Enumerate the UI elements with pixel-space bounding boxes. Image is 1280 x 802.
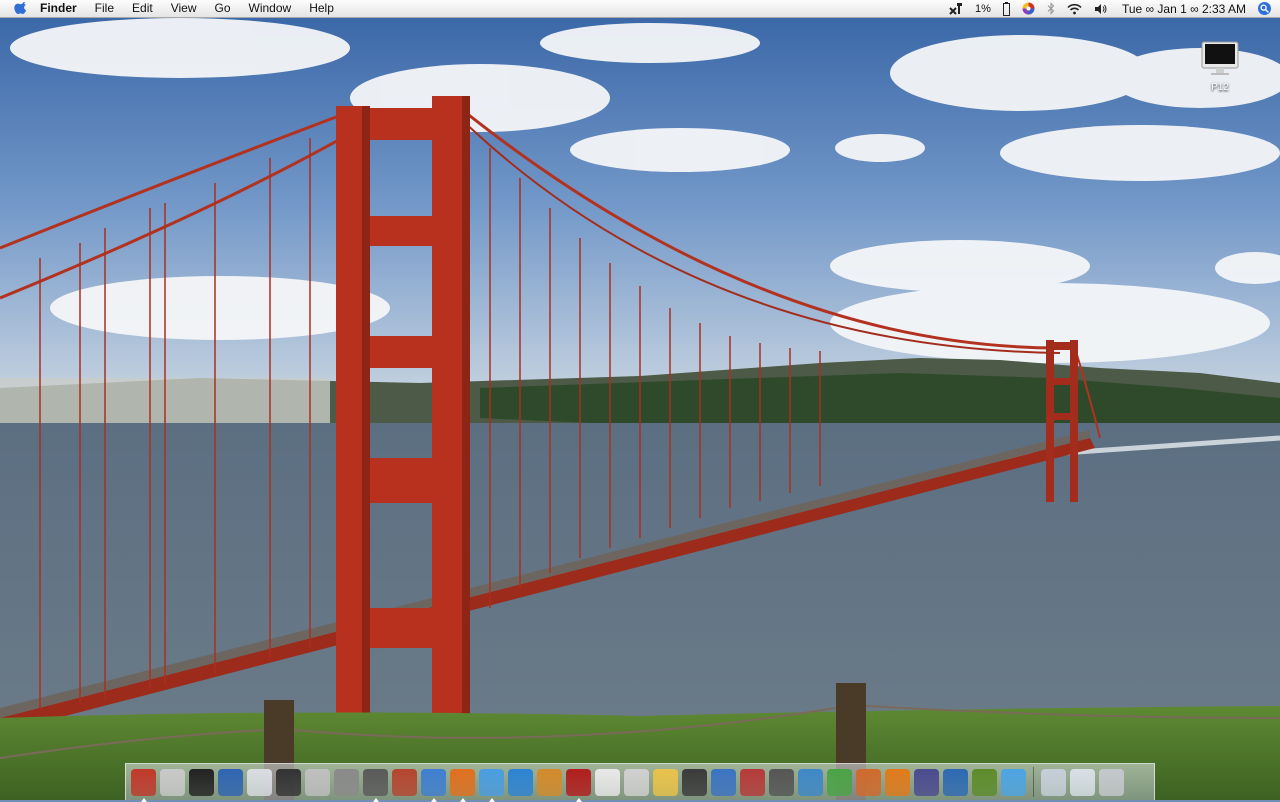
menu-go[interactable]: Go	[206, 0, 240, 17]
dock-item-document[interactable]	[682, 768, 707, 796]
document-icon	[682, 769, 707, 796]
dock-item-apple[interactable]	[160, 768, 185, 796]
fish-icon	[1001, 769, 1026, 796]
word-icon	[943, 769, 968, 796]
clock-icon	[363, 769, 388, 796]
battery-icon[interactable]	[1002, 1, 1010, 16]
menu-view[interactable]: View	[162, 0, 206, 17]
dock-item-airport-wifi[interactable]	[247, 768, 272, 796]
volume-icon[interactable]	[1094, 3, 1108, 15]
network-icon	[334, 769, 359, 796]
apple-menu-icon[interactable]	[14, 1, 28, 16]
dock-item-disk-utility[interactable]	[305, 768, 330, 796]
dock-item-chart[interactable]	[798, 768, 823, 796]
battery-percent[interactable]: 1%	[975, 3, 991, 15]
dock-item-quicktime[interactable]	[508, 768, 533, 796]
dock-item-gardener[interactable]	[972, 768, 997, 796]
dock-item-photo[interactable]	[392, 768, 417, 796]
dock-item-server[interactable]	[856, 768, 881, 796]
dock-item-finder[interactable]	[131, 768, 156, 802]
dock-item-folder-blue[interactable]	[711, 768, 736, 796]
photo-icon	[392, 769, 417, 796]
dock-item-safari-compass[interactable]	[218, 768, 243, 796]
dock	[125, 763, 1155, 802]
nvu-icon	[827, 769, 852, 796]
airport-wifi-icon	[247, 769, 272, 796]
menu-clock[interactable]: Tue ∞ Jan 1 ∞ 2:33 AM	[1122, 2, 1246, 16]
menu-bar: Finder File Edit View Go Window Help 1% …	[0, 0, 1280, 18]
feather-icon	[914, 769, 939, 796]
iphoto-icon	[537, 769, 562, 796]
desktop-hd-label: P12	[1211, 82, 1229, 93]
menu-help[interactable]: Help	[300, 0, 343, 17]
dock-item-flickr-uploadr[interactable]	[595, 768, 620, 796]
dock-item-p-app[interactable]	[885, 768, 910, 796]
desktop-wallpaper[interactable]: P12	[0, 18, 1280, 800]
folder-blue-icon	[711, 769, 736, 796]
gardener-icon	[972, 769, 997, 796]
menu-finder[interactable]: Finder	[40, 0, 86, 17]
tools-icon[interactable]	[949, 2, 963, 15]
dock-item-firefox[interactable]	[450, 768, 475, 802]
spotlight-icon[interactable]	[1258, 2, 1271, 15]
activity-monitor-icon	[276, 769, 301, 796]
menu-edit[interactable]: Edit	[123, 0, 162, 17]
disk-utility-icon	[305, 769, 330, 796]
wifi-icon[interactable]	[1067, 3, 1082, 15]
bluetooth-icon[interactable]	[1047, 2, 1055, 15]
dock-item-terminal[interactable]	[189, 768, 214, 796]
safari-compass-icon	[218, 769, 243, 796]
server-icon	[856, 769, 881, 796]
dock-item-nvu[interactable]	[827, 768, 852, 796]
dock-separator	[1033, 767, 1034, 797]
dock-item-word[interactable]	[943, 768, 968, 796]
dock-item-clock[interactable]	[363, 768, 388, 802]
imac-icon	[1201, 41, 1239, 75]
p-app-icon	[885, 769, 910, 796]
itunes-icon	[479, 769, 504, 796]
safari-icon	[421, 769, 446, 796]
shield-icon	[1041, 769, 1066, 796]
trash-icon	[1099, 769, 1124, 796]
menu-window[interactable]: Window	[240, 0, 301, 17]
quicktime-icon	[508, 769, 533, 796]
finder-icon	[131, 769, 156, 796]
dock-item-applications-folder[interactable]	[1070, 768, 1095, 796]
firefox-icon	[450, 769, 475, 796]
color-wheel-icon[interactable]	[1022, 2, 1035, 15]
golden-gate-bridge-wallpaper	[0, 18, 1280, 800]
drive-icon	[653, 769, 678, 796]
dock-item-sync[interactable]	[740, 768, 765, 796]
dock-item-safari[interactable]	[421, 768, 446, 802]
dock-item-trash[interactable]	[1099, 768, 1124, 796]
dock-item-feather[interactable]	[914, 768, 939, 796]
dock-item-network[interactable]	[334, 768, 359, 796]
dock-item-activity-monitor[interactable]	[276, 768, 301, 796]
dock-item-itunes[interactable]	[479, 768, 504, 802]
apple-icon	[160, 769, 185, 796]
dock-item-iphoto[interactable]	[537, 768, 562, 796]
applications-folder-icon	[1070, 769, 1095, 796]
dock-item-mail-stamp[interactable]	[624, 768, 649, 796]
dock-item-magnifier[interactable]	[769, 768, 794, 796]
menu-file[interactable]: File	[86, 0, 123, 17]
dock-item-photo-booth[interactable]	[566, 768, 591, 802]
magnifier-icon	[769, 769, 794, 796]
photo-booth-icon	[566, 769, 591, 796]
desktop-hd-item[interactable]: P12	[1196, 40, 1244, 93]
sync-icon	[740, 769, 765, 796]
chart-icon	[798, 769, 823, 796]
dock-item-drive[interactable]	[653, 768, 678, 796]
dock-item-fish[interactable]	[1001, 768, 1026, 796]
dock-item-shield[interactable]	[1041, 768, 1066, 796]
mail-stamp-icon	[624, 769, 649, 796]
flickr-uploadr-icon	[595, 769, 620, 796]
terminal-icon	[189, 769, 214, 796]
